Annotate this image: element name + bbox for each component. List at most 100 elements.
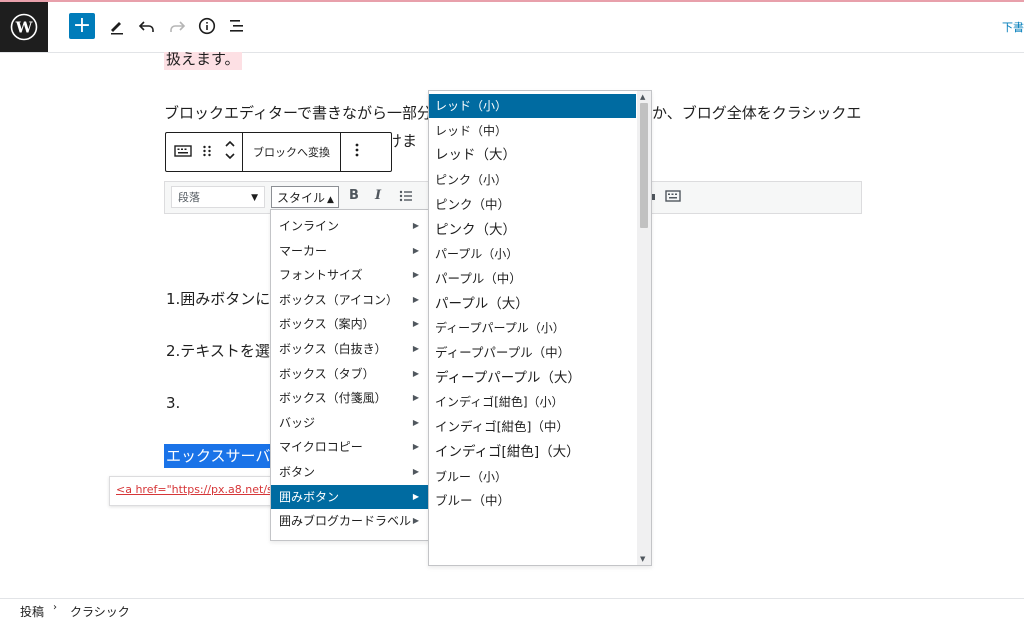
submenu-item[interactable]: インディゴ[紺色]（小） [429, 390, 636, 414]
submenu-item[interactable]: ピンク（中） [429, 193, 636, 217]
submenu-item[interactable]: インディゴ[紺色]（中） [429, 415, 636, 439]
step-3-text: 3. [166, 394, 181, 412]
bold-icon[interactable]: B [349, 188, 359, 203]
more-options-button[interactable] [341, 133, 373, 171]
submenu-item[interactable]: ディープパープル（中） [429, 341, 636, 365]
save-draft-link[interactable]: 下書 [1002, 19, 1024, 35]
block-toolbar: ブロックへ変換 [165, 132, 392, 172]
toolbar-toggle-icon[interactable] [665, 188, 681, 207]
scroll-down-icon[interactable]: ▼ [640, 555, 645, 563]
submenu-arrow-icon: ▶ [412, 221, 419, 230]
keyboard-icon[interactable] [174, 143, 192, 162]
submenu-item[interactable]: ディープパープル（大） [429, 366, 636, 390]
submenu-item[interactable]: ブルー（中） [429, 489, 636, 513]
pencil-icon[interactable] [106, 15, 128, 37]
submenu-item[interactable]: ディープパープル（小） [429, 316, 636, 340]
style-menu-item[interactable]: ボタン ▶ [271, 460, 429, 484]
format-select[interactable]: 段落 ▼ [171, 186, 265, 208]
editor-header: W + 下書 [0, 2, 1024, 53]
submenu-item[interactable]: インディゴ[紺色]（大） [429, 440, 636, 464]
style-menu-item-active[interactable]: 囲みボタン ▶ [271, 484, 429, 509]
style-menu-item-label: バッジ [279, 415, 316, 430]
submenu-boxed-buttons: レッド（小） レッド（中） レッド（大） ピンク（小） ピンク（中） ピンク（大… [428, 90, 652, 566]
submenu-item[interactable]: パープル（中） [429, 267, 636, 291]
submenu-item[interactable]: レッド（中） [429, 119, 636, 143]
submenu-scrollbar[interactable]: ▲ ▼ [637, 91, 651, 565]
redo-icon[interactable] [166, 15, 188, 37]
style-menu-item-label: インライン [279, 219, 340, 233]
submenu-arrow-icon: ▶ [412, 393, 419, 403]
style-menu-item-label: ボタン [279, 465, 316, 479]
submenu-arrow-icon: ▶ [412, 319, 419, 329]
submenu-item[interactable]: パープル（大） [429, 292, 636, 316]
style-menu-item[interactable]: 囲みブログカードラベル ▶ [271, 509, 429, 533]
style-menu-item[interactable]: フォントサイズ ▶ [271, 263, 429, 287]
block-type-group [166, 133, 243, 171]
submenu-item[interactable]: パープル（小） [429, 242, 636, 266]
breadcrumb-post[interactable]: 投稿 [20, 603, 44, 620]
breadcrumb-classic[interactable]: クラシック [70, 603, 130, 620]
step-1-text: 1.囲みボタンに [166, 290, 271, 308]
link-preview-popover: <a href="https://px.a8.net/svt/ej [109, 476, 297, 506]
submenu-arrow-icon: ▶ [412, 516, 419, 526]
drag-handle-icon[interactable] [202, 143, 212, 162]
highlighted-text: 扱えます。 [164, 52, 242, 70]
style-menu: インライン ▶ マーカー ▶ フォントサイズ ▶ ボックス（アイコン） ▶ ボックス（案… [270, 209, 430, 541]
style-menu-item[interactable]: ボックス（白抜き） ▶ [271, 337, 429, 361]
wordpress-logo-icon[interactable]: W [0, 2, 48, 52]
style-menu-item-label: ボックス（案内） [279, 317, 375, 332]
style-menu-item-label: 囲みブログカードラベル [279, 514, 412, 529]
caret-down-icon: ▼ [251, 193, 258, 203]
submenu-item[interactable]: ピンク（大） [429, 218, 636, 242]
submenu-item[interactable]: ブルー（小） [429, 465, 636, 489]
paragraph-start: ブロックエディターで書きながら一部分 [164, 104, 433, 122]
info-icon[interactable] [196, 15, 218, 37]
chevron-right-icon: › [53, 602, 57, 613]
style-menu-item[interactable]: ボックス（アイコン） ▶ [271, 288, 429, 312]
style-menu-item-label: ボックス（白抜き） [279, 342, 387, 356]
submenu-arrow-icon: ▶ [412, 467, 419, 476]
style-menu-item[interactable]: バッジ ▶ [271, 411, 429, 435]
scrollbar-thumb[interactable] [640, 103, 648, 228]
kebab-menu-icon [355, 142, 359, 162]
style-menu-item[interactable]: マイクロコピー ▶ [271, 435, 429, 459]
style-menu-item[interactable]: マーカー ▶ [271, 239, 429, 263]
submenu-item[interactable]: レッド（大） [429, 143, 636, 167]
italic-icon[interactable]: I [375, 188, 381, 203]
move-up-down-icon[interactable] [224, 139, 236, 165]
list-view-icon[interactable] [226, 15, 248, 37]
style-menu-item-label: ボックス（付箋風） [279, 391, 387, 406]
style-dropdown-label: スタイル [277, 191, 326, 205]
style-menu-item-label: 囲みボタン [279, 489, 340, 504]
submenu-arrow-icon: ▶ [412, 368, 419, 378]
scroll-up-icon[interactable]: ▲ [640, 93, 645, 101]
undo-icon[interactable] [136, 15, 158, 37]
style-menu-item[interactable]: インライン ▶ [271, 214, 429, 238]
submenu-item[interactable]: ピンク（小） [429, 168, 636, 192]
style-dropdown-button[interactable]: スタイル ▲ [271, 186, 339, 208]
style-menu-item-label: フォントサイズ [279, 268, 363, 283]
step-2-text: 2.テキストを選 [166, 342, 270, 360]
selected-text[interactable]: エックスサーバー [164, 444, 272, 468]
submenu-arrow-icon: ▶ [412, 344, 419, 353]
caret-up-icon: ▲ [327, 195, 334, 205]
submenu-arrow-icon: ▶ [412, 294, 419, 304]
style-menu-item[interactable]: ボックス（案内） ▶ [271, 312, 429, 336]
style-menu-item-label: マイクロコピー [279, 440, 363, 455]
add-block-button[interactable]: + [69, 13, 95, 39]
plus-icon: + [72, 13, 92, 38]
editor-canvas: 扱えます。 ブロックエディターで書きながら一部分 か、ブログ全体をクラシックエ … [0, 52, 1024, 598]
submenu-item-active[interactable]: レッド（小） [429, 94, 636, 118]
paragraph-end: か、ブログ全体をクラシックエ [652, 104, 862, 122]
submenu-arrow-icon: ▶ [412, 417, 419, 427]
style-menu-item-label: ボックス（アイコン） [279, 292, 399, 307]
bulleted-list-icon[interactable] [399, 188, 413, 207]
style-menu-item[interactable]: ボックス（付箋風） ▶ [271, 386, 429, 410]
submenu-arrow-icon: ▶ [412, 442, 419, 452]
style-menu-item-label: マーカー [279, 243, 328, 258]
convert-to-blocks-button[interactable]: ブロックへ変換 [243, 133, 341, 171]
svg-text:W: W [15, 19, 34, 37]
submenu-arrow-icon: ▶ [412, 491, 419, 501]
style-menu-item[interactable]: ボックス（タブ） ▶ [271, 362, 429, 386]
block-breadcrumb-bar: 投稿 › クラシック [0, 598, 1024, 622]
